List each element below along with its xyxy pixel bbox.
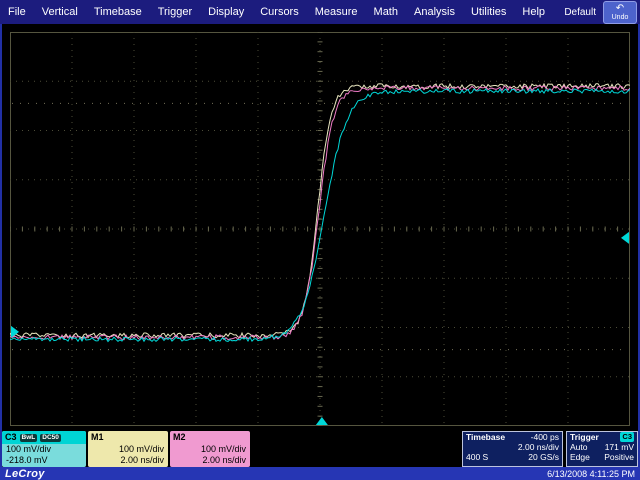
menu-item-utilities[interactable]: Utilities xyxy=(463,6,514,18)
menu-item-display[interactable]: Display xyxy=(200,6,252,18)
channel-descriptor-c3[interactable]: C3 BwL DC50 100 mV/div -218.0 mV xyxy=(2,431,86,467)
channel-descriptor-m2[interactable]: M2 100 mV/div 2.00 ns/div xyxy=(170,431,250,467)
menu-bar: File Vertical Timebase Trigger Display C… xyxy=(0,0,640,24)
trigger-type: Edge xyxy=(570,452,590,462)
undo-icon: ↶ xyxy=(616,4,624,14)
undo-button[interactable]: ↶ Undo xyxy=(603,1,637,24)
c3-coupling-badge: DC50 xyxy=(40,434,61,442)
menu-item-timebase[interactable]: Timebase xyxy=(86,6,150,18)
trigger-mode: Auto xyxy=(570,442,588,452)
default-setup-button[interactable]: Default xyxy=(564,7,596,18)
timebase-descriptor[interactable]: Timebase -400 ps 2.00 ns/div 400 S 20 GS… xyxy=(462,431,563,467)
menu-item-math[interactable]: Math xyxy=(366,6,406,18)
menu-item-analysis[interactable]: Analysis xyxy=(406,6,463,18)
trigger-row-1: Trigger C3 xyxy=(567,432,637,442)
trigger-level: 171 mV xyxy=(605,442,634,452)
timebase-delay: -400 ps xyxy=(531,432,559,442)
footer-bar: LeCroy 6/13/2008 4:11:25 PM xyxy=(0,467,640,480)
m2-label: M2 xyxy=(173,432,186,443)
trace-m1 xyxy=(10,84,630,338)
trigger-level-marker[interactable] xyxy=(621,232,629,244)
m2-volts-per-div: 100 mV/div xyxy=(170,444,250,455)
c3-label: C3 xyxy=(5,432,17,443)
undo-label: Undo xyxy=(612,14,629,21)
trace-c3 xyxy=(10,89,630,342)
c3-volts-per-div: 100 mV/div xyxy=(2,444,86,455)
m1-time-per-div: 2.00 ns/div xyxy=(88,455,168,466)
timebase-row-1: Timebase -400 ps xyxy=(463,432,562,442)
channel-descriptor-m1[interactable]: M1 100 mV/div 2.00 ns/div xyxy=(88,431,168,467)
trigger-row-2: Auto 171 mV xyxy=(567,442,637,452)
menu-item-file[interactable]: File xyxy=(0,6,34,18)
m1-header: M1 xyxy=(88,431,168,444)
menu-item-cursors[interactable]: Cursors xyxy=(252,6,307,18)
timebase-sample-rate: 20 GS/s xyxy=(528,452,559,462)
m2-header: M2 xyxy=(170,431,250,444)
trigger-source-badge: C3 xyxy=(620,432,634,442)
timebase-per-div: 2.00 ns/div xyxy=(518,442,559,452)
screen-frame-left xyxy=(0,24,2,467)
menu-item-help[interactable]: Help xyxy=(514,6,553,18)
m1-volts-per-div: 100 mV/div xyxy=(88,444,168,455)
timebase-samples: 400 S xyxy=(466,452,488,462)
menu-item-vertical[interactable]: Vertical xyxy=(34,6,86,18)
timebase-title: Timebase xyxy=(466,432,505,442)
trigger-descriptor[interactable]: Trigger C3 Auto 171 mV Edge Positive xyxy=(566,431,638,467)
trigger-slope: Positive xyxy=(604,452,634,462)
timebase-row-3: 400 S 20 GS/s xyxy=(463,452,562,462)
lecroy-logo: LeCroy xyxy=(5,468,45,480)
c3-offset: -218.0 mV xyxy=(2,455,86,466)
c3-bandwidth-limit-badge: BwL xyxy=(20,434,38,442)
m1-label: M1 xyxy=(91,432,104,443)
timebase-row-2: 2.00 ns/div xyxy=(463,442,562,452)
trigger-time-marker[interactable] xyxy=(316,417,328,425)
menu-item-trigger[interactable]: Trigger xyxy=(150,6,200,18)
trigger-title: Trigger xyxy=(570,432,599,442)
menu-right-group: Default ↶ Undo xyxy=(564,1,640,24)
trigger-row-3: Edge Positive xyxy=(567,452,637,462)
m2-time-per-div: 2.00 ns/div xyxy=(170,455,250,466)
menu-item-measure[interactable]: Measure xyxy=(307,6,366,18)
waveform-display-grid[interactable] xyxy=(10,32,630,426)
date-time: 6/13/2008 4:11:25 PM xyxy=(547,469,635,479)
c3-header: C3 BwL DC50 xyxy=(2,431,86,444)
